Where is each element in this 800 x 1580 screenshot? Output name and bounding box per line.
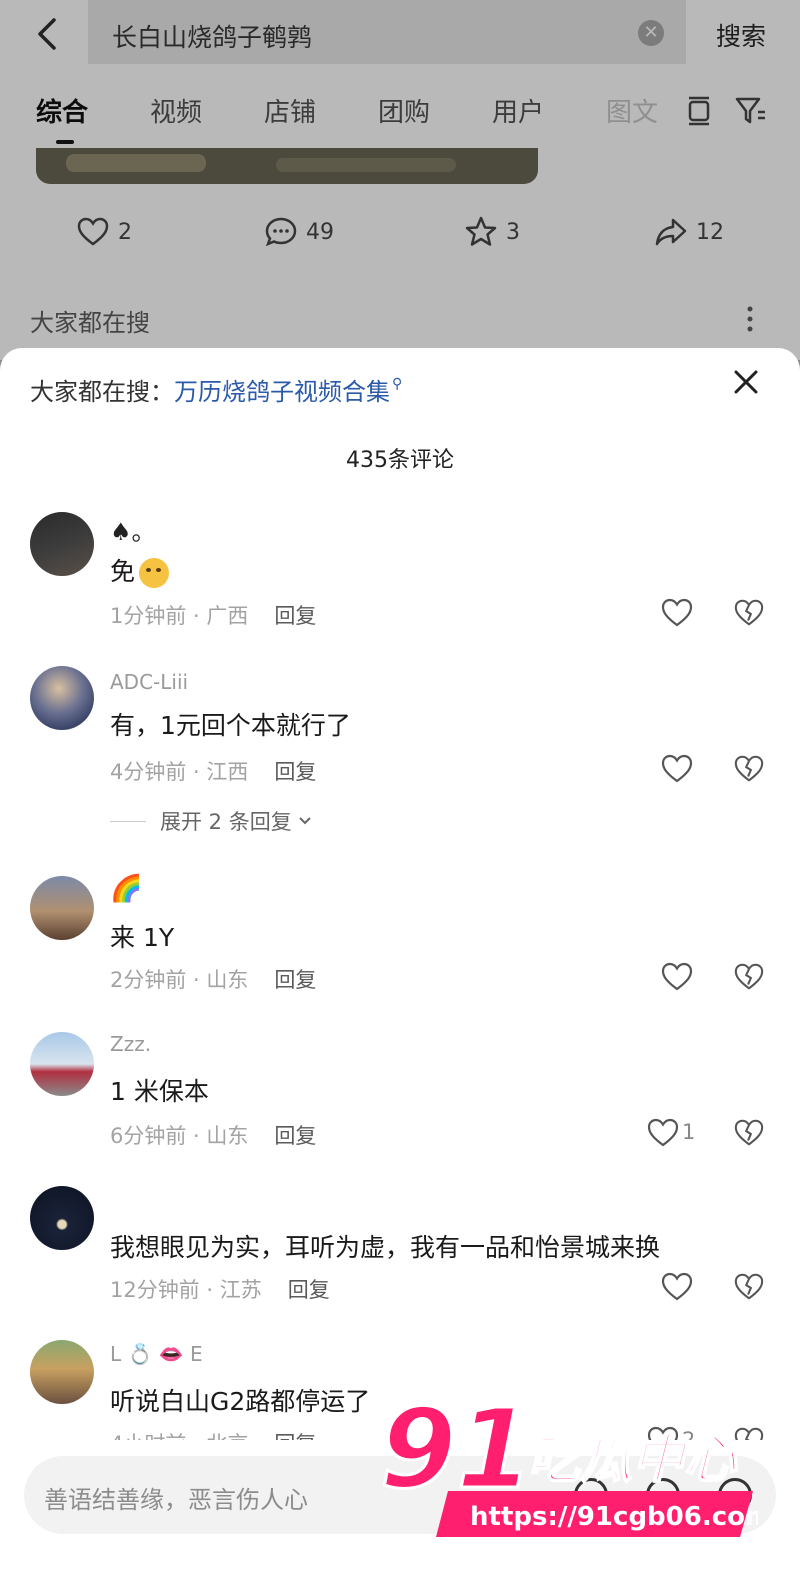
layout-icon[interactable]	[682, 94, 716, 128]
suggest-row: 大家都在搜： 万历烧鸽子视频合集 ⚲	[30, 372, 402, 407]
video-thumbnail[interactable]	[36, 148, 538, 184]
tab-active-indicator	[56, 140, 74, 144]
comment-text: 我想眼见为实，耳听为虚，我有一品和怡景城来换	[110, 1233, 661, 1262]
tab-image-text[interactable]: 图文	[606, 92, 658, 129]
comment-meta: 6分钟前 · 山东 回复	[110, 1120, 316, 1150]
suggest-prefix: 大家都在搜：	[30, 378, 174, 406]
avatar[interactable]	[30, 1032, 94, 1096]
expand-replies[interactable]: 展开 2 条回复	[110, 806, 314, 836]
comment-author[interactable]: ♠。	[110, 512, 156, 547]
tab-user[interactable]: 用户	[492, 92, 544, 129]
search-query: 长白山烧鸽子鹌鹑	[112, 23, 313, 52]
clear-icon[interactable]: ✕	[638, 20, 664, 46]
avatar[interactable]	[30, 1340, 94, 1404]
comment-time-location: 1分钟前 · 广西	[110, 604, 249, 628]
more-icon[interactable]	[740, 304, 760, 334]
reply-button[interactable]: 回复	[288, 1278, 330, 1302]
share-count: 12	[696, 219, 724, 245]
filter-icon[interactable]	[734, 94, 768, 128]
section-title: 大家都在搜	[30, 309, 150, 337]
comment-time-location: 6分钟前 · 山东	[110, 1124, 249, 1148]
tab-store[interactable]: 店铺	[264, 92, 316, 129]
search-button[interactable]: 搜索	[716, 17, 766, 53]
avatar[interactable]	[30, 1186, 94, 1250]
expand-replies-label: 展开 2 条回复	[160, 810, 292, 834]
like-count: 1	[682, 1120, 696, 1144]
comment-author[interactable]: 🌈	[110, 874, 142, 904]
comment-time-location: 4分钟前 · 江西	[110, 760, 249, 784]
broken-heart-icon[interactable]	[733, 597, 765, 629]
comment-text: 有，1元回个本就行了	[110, 711, 351, 740]
comment-text: 听说白山G2路都停运了	[110, 1387, 371, 1416]
search-tabs: 综合 视频 店铺 团购 用户 图文	[0, 92, 800, 144]
comment-input-placeholder: 善语结善缘，恶言伤人心	[44, 1486, 308, 1514]
tab-general[interactable]: 综合	[36, 92, 88, 129]
watermark-url: https://91cgb06.com	[470, 1502, 758, 1532]
broken-heart-icon[interactable]	[733, 1117, 765, 1149]
comment-text: 来 1Y	[110, 923, 175, 952]
broken-heart-icon[interactable]	[733, 1271, 765, 1303]
comment-author[interactable]: ADC-Liii	[110, 670, 188, 694]
comment-text-body: 免	[110, 557, 136, 586]
star-icon	[465, 216, 497, 246]
comment-author[interactable]: Zzz.	[110, 1032, 151, 1056]
comment-time-location: 2分钟前 · 山东	[110, 968, 249, 992]
like-action[interactable]: 2	[76, 210, 132, 254]
avatar[interactable]	[30, 876, 94, 940]
search-icon: ⚲	[392, 375, 403, 392]
heart-icon[interactable]	[660, 960, 694, 994]
watermark-logo: 91 吃瓜中心 https://91cgb06.com	[379, 1395, 758, 1537]
watermark-title: 吃瓜中心	[528, 1430, 738, 1490]
thinking-emoji-icon	[139, 558, 170, 588]
avatar[interactable]	[30, 666, 94, 730]
reply-button[interactable]: 回复	[274, 760, 316, 784]
comment-meta: 12分钟前 · 江苏 回复	[110, 1274, 330, 1304]
tab-group-buy[interactable]: 团购	[378, 92, 430, 129]
comment-time-location: 12分钟前 · 江苏	[110, 1278, 262, 1302]
back-arrow-icon[interactable]	[30, 14, 66, 54]
broken-heart-icon[interactable]	[733, 961, 765, 993]
heart-icon[interactable]	[660, 752, 694, 786]
heart-icon[interactable]	[646, 1116, 680, 1150]
comment-author[interactable]: L 💍 👄 E	[110, 1342, 203, 1366]
post-action-row: 2 49 3 12	[0, 210, 800, 254]
comment-meta: 1分钟前 · 广西 回复	[110, 600, 316, 630]
chevron-down-icon	[299, 817, 311, 825]
search-bar: 长白山烧鸽子鹌鹑 ✕ 搜索	[0, 0, 800, 72]
heart-icon[interactable]	[660, 1270, 694, 1304]
comment-text: 1 米保本	[110, 1077, 209, 1106]
heart-icon[interactable]	[660, 596, 694, 630]
close-icon[interactable]	[732, 368, 760, 396]
favorite-count: 3	[506, 219, 520, 245]
favorite-action[interactable]: 3	[464, 210, 520, 254]
comment-count: 49	[306, 219, 334, 245]
avatar[interactable]	[30, 512, 94, 576]
like-count: 2	[118, 219, 132, 245]
comment-meta: 2分钟前 · 山东 回复	[110, 964, 316, 994]
divider	[110, 820, 146, 822]
share-action[interactable]: 12	[654, 210, 724, 254]
suggest-link[interactable]: 万历烧鸽子视频合集	[174, 372, 390, 407]
reply-button[interactable]: 回复	[274, 968, 316, 992]
search-input[interactable]: 长白山烧鸽子鹌鹑 ✕	[88, 0, 686, 64]
reply-button[interactable]: 回复	[274, 604, 316, 628]
heart-icon	[77, 217, 109, 246]
reply-button[interactable]: 回复	[274, 1124, 316, 1148]
tab-video[interactable]: 视频	[150, 92, 202, 129]
share-icon	[655, 218, 687, 246]
comment-meta: 4分钟前 · 江西 回复	[110, 756, 316, 786]
background-page: 长白山烧鸽子鹌鹑 ✕ 搜索 综合 视频 店铺 团购 用户 图文 2 49 3 1…	[0, 0, 800, 360]
comment-action[interactable]: 49	[264, 210, 334, 254]
comment-count-title: 435条评论	[346, 448, 454, 473]
comment-icon	[265, 217, 297, 247]
comment-text: 免	[110, 552, 170, 588]
broken-heart-icon[interactable]	[733, 753, 765, 785]
